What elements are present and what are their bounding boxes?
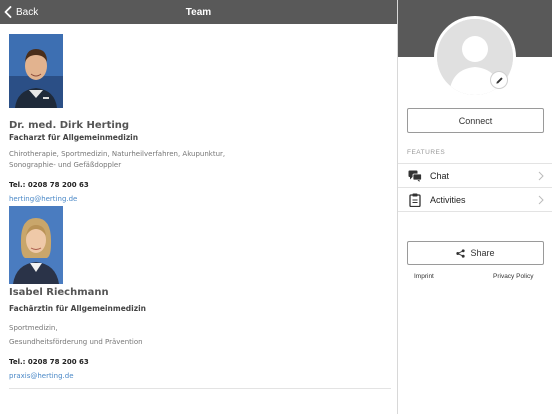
description-line: Gesundheitsförderung und Prävention <box>9 338 143 346</box>
imprint-link[interactable]: Imprint <box>414 273 434 280</box>
member-phone: Tel.: 0208 78 200 63 <box>9 358 89 366</box>
feature-item-activities[interactable]: Activities <box>398 188 552 212</box>
back-button[interactable]: Back <box>4 0 38 24</box>
member-photo <box>9 34 63 108</box>
share-label: Share <box>470 248 495 258</box>
description-line: Chirotherapie, Sportmedizin, Naturheilve… <box>9 150 226 158</box>
team-pane: Back Team Dr. med. Dirk Herting Facharzt… <box>0 0 397 414</box>
member-photo <box>9 206 63 284</box>
connect-button[interactable]: Connect <box>407 108 544 133</box>
member-title: Fachärztin für Allgemeinmedizin <box>9 304 147 313</box>
chevron-right-icon <box>538 171 544 181</box>
divider <box>9 388 391 389</box>
feature-item-chat[interactable]: Chat <box>398 164 552 188</box>
back-label: Back <box>16 6 39 18</box>
member-description: Chirotherapie, Sportmedizin, Naturheilve… <box>9 149 397 171</box>
pencil-icon <box>495 76 503 84</box>
share-button[interactable]: Share <box>407 241 544 265</box>
clipboard-icon <box>408 193 422 207</box>
member-email-link[interactable]: herting@herting.de <box>9 194 397 204</box>
description-line: Sonographie- und Gefäßdoppler <box>9 161 122 169</box>
privacy-policy-link[interactable]: Privacy Policy <box>493 273 533 280</box>
chat-icon <box>408 169 422 183</box>
team-member: Dr. med. Dirk Herting Facharzt für Allge… <box>9 34 397 212</box>
features-heading: FEATURES <box>407 149 446 156</box>
member-name: Dr. med. Dirk Herting <box>9 120 130 131</box>
member-phone: Tel.: 0208 78 200 63 <box>9 181 89 189</box>
member-name: Isabel Riechmann <box>9 287 109 298</box>
team-member: Isabel Riechmann Fachärztin für Allgemei… <box>9 206 397 389</box>
chevron-left-icon <box>4 6 12 18</box>
edit-avatar-button[interactable] <box>490 71 508 89</box>
chevron-right-icon <box>538 195 544 205</box>
member-email-link[interactable]: praxis@herting.de <box>9 371 397 381</box>
feature-label: Activities <box>430 194 466 205</box>
share-icon <box>456 248 466 258</box>
features-list: Chat Activities <box>398 163 552 212</box>
description-line: Sportmedizin, <box>9 324 58 332</box>
member-title: Facharzt für Allgemeinmedizin <box>9 133 139 142</box>
profile-sidebar: Connect FEATURES Chat Activities Share I… <box>397 0 552 414</box>
team-list: Dr. med. Dirk Herting Facharzt für Allge… <box>0 24 397 389</box>
member-description: Sportmedizin, Gesundheitsförderung und P… <box>9 323 397 348</box>
feature-label: Chat <box>430 170 450 181</box>
page-title: Team <box>185 6 212 18</box>
top-bar: Back Team <box>0 0 397 24</box>
